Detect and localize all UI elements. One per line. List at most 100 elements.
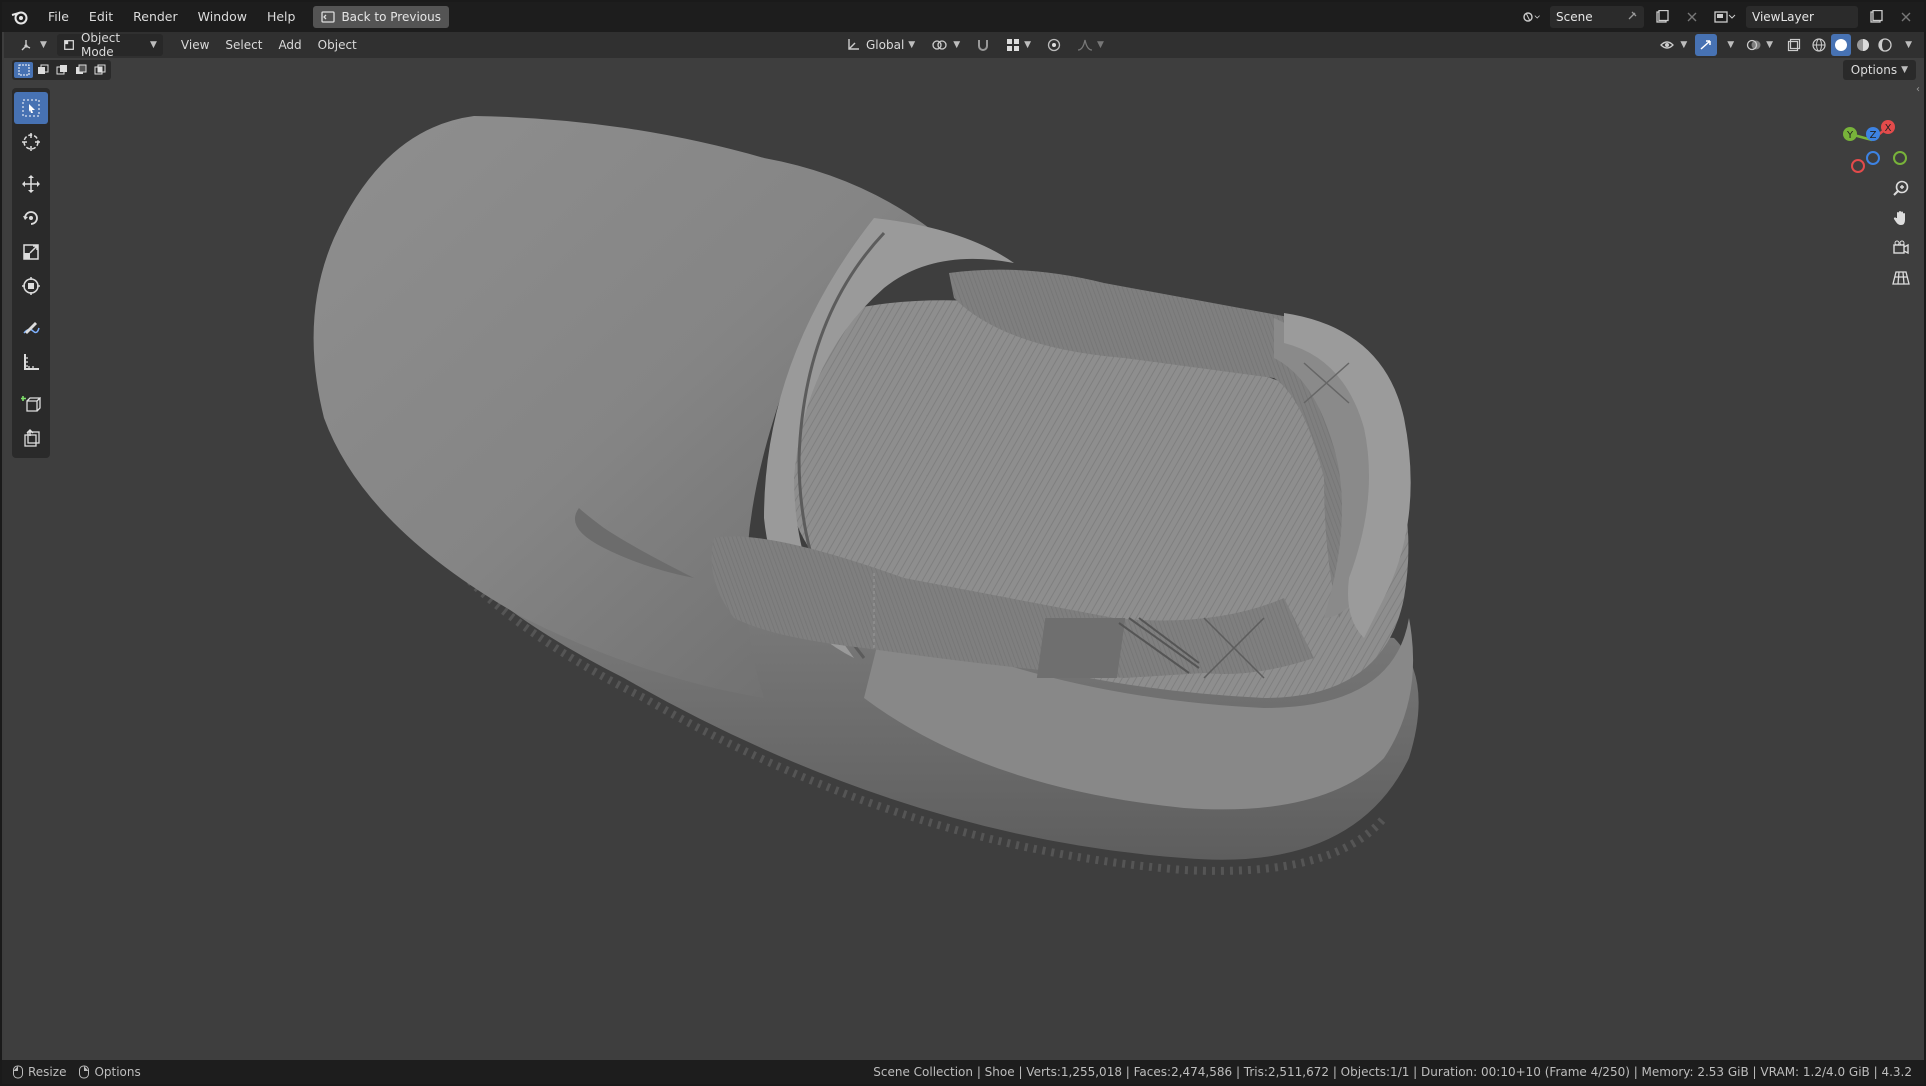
move-tool-icon[interactable] <box>14 168 48 200</box>
magnet-icon <box>978 40 989 51</box>
orientation-selector[interactable]: Global ▼ <box>840 34 921 56</box>
cursor-tool-icon[interactable] <box>14 126 48 158</box>
zoom-icon[interactable] <box>1888 176 1914 200</box>
viewport-navigation <box>1888 176 1914 290</box>
orientation-label: Global <box>866 38 905 52</box>
header-menu-select[interactable]: Select <box>219 34 268 56</box>
viewport-header: ▼ Object Mode ▼ View Select Add Object G… <box>4 31 1924 59</box>
new-viewlayer-icon[interactable] <box>1864 6 1888 28</box>
falloff-curve-icon <box>1077 39 1093 51</box>
mode-selector[interactable]: Object Mode ▼ <box>56 31 163 59</box>
proportional-editing-toggle[interactable] <box>1041 34 1067 56</box>
overlay-toggle[interactable]: ▼ <box>1740 34 1779 56</box>
material-sphere-icon <box>1857 39 1870 51</box>
xray-toggle[interactable] <box>1781 34 1807 56</box>
pan-hand-icon[interactable] <box>1888 206 1914 230</box>
visibility-button[interactable]: ▼ <box>1654 34 1693 56</box>
shoe-model[interactable] <box>4 58 1924 1062</box>
pivot-icon <box>932 40 947 50</box>
viewport-options-button[interactable]: Options ▼ <box>1842 60 1916 80</box>
new-scene-icon[interactable] <box>1650 6 1674 28</box>
add-cube-tool-icon[interactable] <box>14 388 48 420</box>
back-to-previous-button[interactable]: Back to Previous <box>313 6 449 28</box>
shading-rendered[interactable] <box>1875 34 1895 56</box>
rotate-tool-icon[interactable] <box>14 202 48 234</box>
wireframe-sphere-icon <box>1812 38 1826 52</box>
scene-browse-icon[interactable] <box>1520 6 1544 28</box>
falloff-button[interactable]: ▼ <box>1071 34 1110 56</box>
gizmo-options[interactable]: ▼ <box>1719 34 1738 56</box>
viewlayer-name: ViewLayer <box>1752 10 1814 24</box>
shading-options[interactable]: ▼ <box>1897 34 1916 56</box>
select-intersect-mode-icon[interactable] <box>90 62 109 78</box>
menu-edit[interactable]: Edit <box>79 2 123 32</box>
gizmo-neg-z[interactable] <box>1866 151 1880 165</box>
delete-scene-icon[interactable] <box>1680 6 1704 28</box>
navigation-gizmo[interactable]: X Y Z <box>1832 96 1912 176</box>
rendered-sphere-icon <box>1878 38 1892 52</box>
perspective-grid-icon[interactable] <box>1888 266 1914 290</box>
scale-tool-icon[interactable] <box>14 236 48 268</box>
chevron-down-icon: ▼ <box>1680 40 1688 50</box>
gizmo-neg-x[interactable] <box>1851 159 1865 173</box>
status-hint-options: Options <box>78 1065 141 1079</box>
header-menu-view[interactable]: View <box>175 34 215 56</box>
editor-type-icon <box>21 40 31 51</box>
viewlayer-browse-icon[interactable] <box>1710 6 1740 28</box>
shading-solid[interactable] <box>1831 34 1852 56</box>
shading-wireframe[interactable] <box>1809 34 1829 56</box>
menu-window[interactable]: Window <box>188 2 257 32</box>
header-menu-object[interactable]: Object <box>312 34 363 56</box>
chevron-down-icon: ▼ <box>1901 65 1908 75</box>
eye-pointer-icon <box>1660 41 1675 49</box>
object-mode-icon <box>64 40 74 50</box>
camera-view-icon[interactable] <box>1888 236 1914 260</box>
blender-window: File Edit Render Window Help Back to Pre… <box>0 0 1926 1086</box>
editor-type-button[interactable]: ▼ <box>14 34 53 56</box>
scene-controls: Scene ViewLayer <box>1520 6 1918 28</box>
select-box-tool-icon[interactable] <box>14 92 48 124</box>
chevron-down-icon: ▼ <box>1905 40 1912 50</box>
menu-render[interactable]: Render <box>123 2 188 32</box>
gizmo-neg-y[interactable] <box>1893 151 1907 165</box>
mouse-right-icon <box>79 1065 90 1079</box>
viewlayer-name-field[interactable]: ViewLayer <box>1746 6 1858 28</box>
chevron-down-icon: ▼ <box>1727 40 1735 50</box>
chevron-down-icon: ▼ <box>953 40 961 50</box>
transform-tool-icon[interactable] <box>14 270 48 302</box>
proportional-editing-icon <box>1047 38 1061 52</box>
menu-help[interactable]: Help <box>257 2 306 32</box>
annotate-tool-icon[interactable] <box>14 312 48 344</box>
blender-logo-icon[interactable] <box>2 2 38 32</box>
shading-material[interactable] <box>1853 34 1873 56</box>
xray-icon <box>1787 38 1801 52</box>
measure-tool-icon[interactable] <box>14 346 48 378</box>
status-options-label: Options <box>94 1065 141 1079</box>
sidebar-expand-icon[interactable]: ‹ <box>1916 84 1924 104</box>
scene-name-field[interactable]: Scene <box>1550 6 1644 28</box>
snap-target-button[interactable]: ▼ <box>1000 34 1037 56</box>
pivot-point-button[interactable]: ▼ <box>925 34 966 56</box>
tool-shelf <box>12 88 50 458</box>
3d-viewport[interactable]: Options ▼ X Y Z ‹ <box>4 58 1924 1062</box>
extrude-tool-icon[interactable] <box>14 422 48 454</box>
mode-label: Object Mode <box>80 31 121 59</box>
selection-mode-buttons <box>12 60 111 80</box>
viewport-options-label: Options <box>1850 63 1898 77</box>
mouse-left-icon <box>13 1065 23 1079</box>
delete-viewlayer-icon[interactable] <box>1894 6 1918 28</box>
svg-text:X: X <box>1885 123 1892 134</box>
select-extend-mode-icon[interactable] <box>33 62 52 78</box>
main-menu: File Edit Render Window Help <box>38 2 305 32</box>
overlay-icon <box>1747 39 1761 51</box>
solid-sphere-icon <box>1835 39 1848 51</box>
select-new-mode-icon[interactable] <box>14 62 33 78</box>
select-subtract-mode-icon[interactable] <box>52 62 71 78</box>
menu-file[interactable]: File <box>38 2 79 32</box>
chevron-down-icon: ▼ <box>150 40 157 50</box>
select-invert-mode-icon[interactable] <box>71 62 90 78</box>
header-menu-add[interactable]: Add <box>272 34 307 56</box>
snap-toggle[interactable] <box>970 34 996 56</box>
pin-icon[interactable] <box>1626 10 1638 25</box>
gizmo-toggle[interactable] <box>1695 34 1718 56</box>
